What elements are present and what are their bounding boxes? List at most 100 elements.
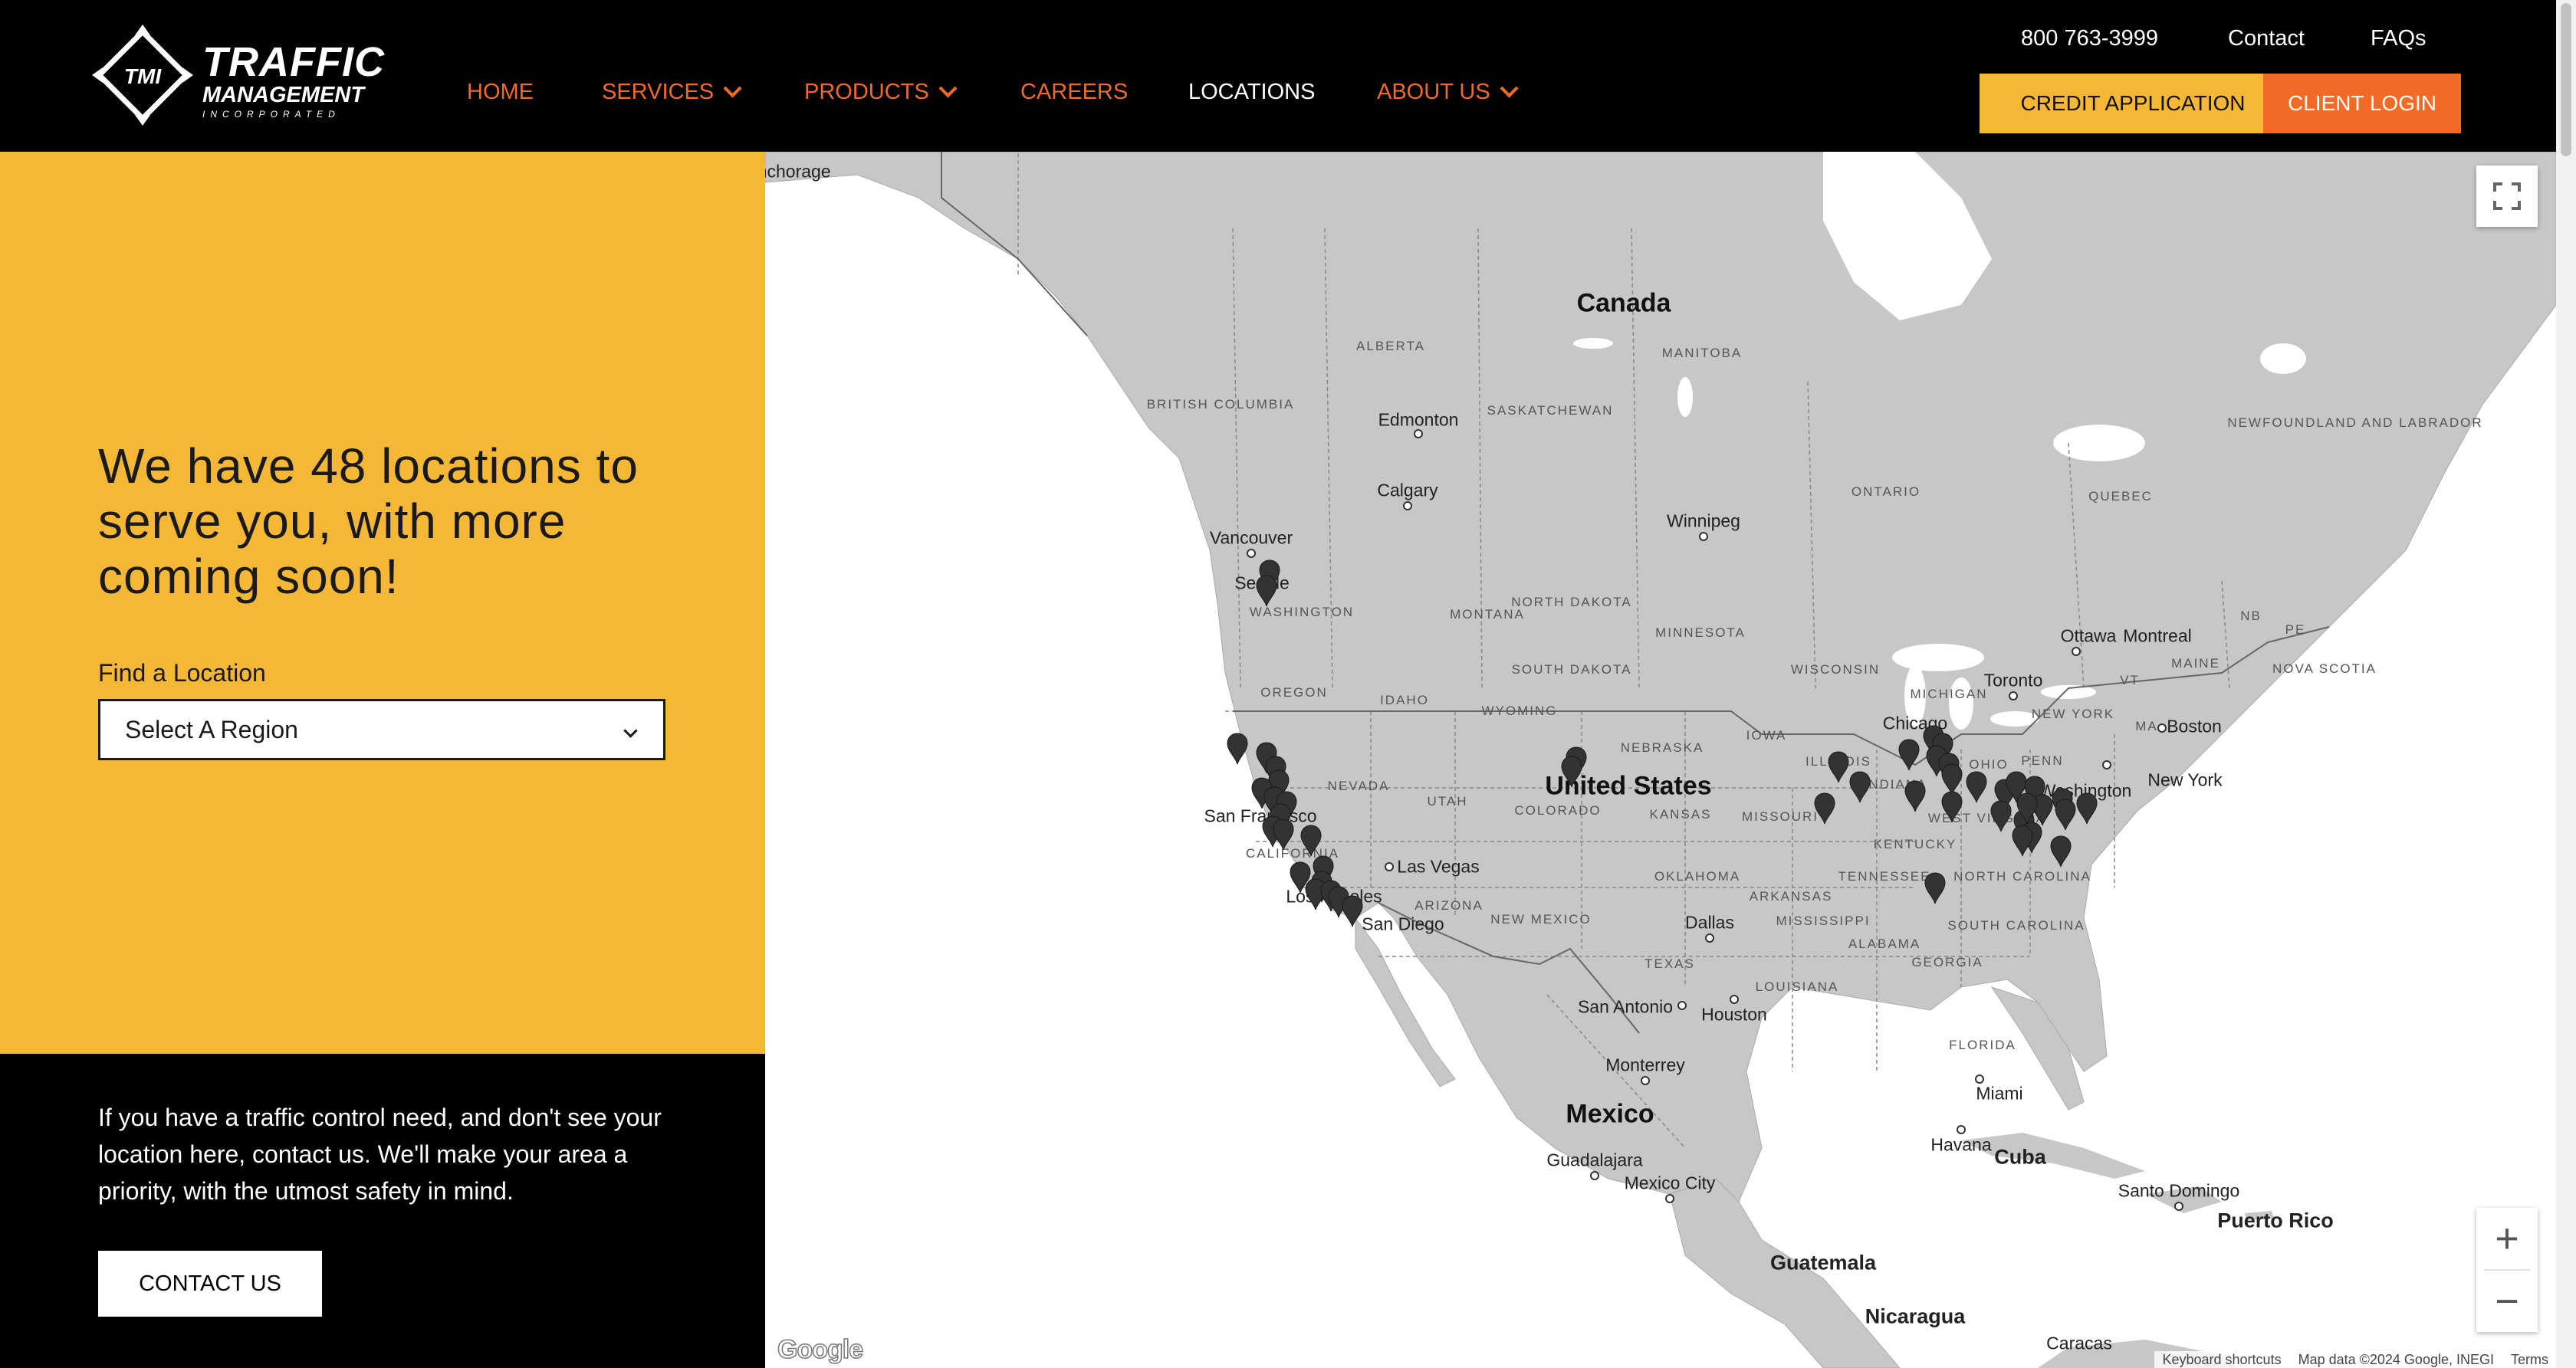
map-city-label: Dallas (1685, 912, 1734, 933)
faqs-link[interactable]: FAQs (2371, 26, 2426, 51)
location-pin-icon[interactable] (1904, 780, 1927, 812)
client-login-button[interactable]: CLIENT LOGIN (2263, 74, 2461, 133)
page-scrollbar[interactable] (2556, 0, 2576, 1368)
fullscreen-button[interactable] (2476, 166, 2538, 227)
map-region-label: FLORIDA (1949, 1038, 2016, 1052)
credit-application-button[interactable]: CREDIT APPLICATION (1980, 74, 2286, 133)
nav-careers[interactable]: CAREERS (1020, 80, 1128, 105)
location-pin-icon[interactable] (2011, 825, 2034, 857)
city-marker-dot (1590, 1171, 1599, 1180)
map-country-label: Guatemala (1769, 1251, 1877, 1275)
map-region-label: NORTH CAROLINA (1953, 869, 2091, 884)
map-city-label: New York (2147, 769, 2223, 790)
location-pin-icon[interactable] (1226, 733, 1249, 765)
map-region-label: OKLAHOMA (1654, 869, 1741, 884)
location-pin-icon[interactable] (1965, 771, 1988, 803)
location-pin-icon[interactable] (1924, 872, 1947, 904)
location-pin-icon[interactable] (1848, 771, 1871, 803)
location-pin-icon[interactable] (2075, 792, 2098, 825)
city-marker-dot (1414, 429, 1423, 438)
city-marker-dot (1641, 1076, 1650, 1085)
location-pin-icon[interactable] (1341, 895, 1364, 927)
map-city-label: Winnipeg (1667, 510, 1740, 531)
contact-us-button[interactable]: CONTACT US (98, 1251, 322, 1317)
map-city-label: Montreal (2123, 625, 2192, 646)
contact-link[interactable]: Contact (2228, 26, 2305, 51)
zoom-in-button[interactable]: + (2495, 1208, 2519, 1269)
location-pin-icon[interactable] (1940, 791, 1963, 823)
map-region-label: BRITISH COLUMBIA (1146, 397, 1295, 412)
zoom-control: + − (2476, 1208, 2538, 1332)
map-city-label: Vancouver (1209, 527, 1293, 548)
city-marker-dot (1975, 1074, 1984, 1084)
map-city-label: Calgary (1377, 480, 1438, 500)
map-city-label: Las Vegas (1397, 856, 1480, 877)
map-region-label: MONTANA (1450, 607, 1525, 622)
map-country-label: Puerto Rico (2217, 1209, 2334, 1232)
map-region-label: ARIZONA (1414, 898, 1484, 913)
nav-locations[interactable]: LOCATIONS (1188, 80, 1315, 105)
map-region-label: MAINE (2171, 656, 2220, 671)
location-pin-icon[interactable] (1827, 751, 1850, 783)
map-region-label: IDAHO (1380, 693, 1429, 707)
city-marker-dot (1665, 1194, 1674, 1203)
region-select[interactable]: Select A Region (98, 699, 665, 760)
location-pin-icon[interactable] (1272, 819, 1295, 851)
city-marker-dot (1699, 532, 1708, 541)
page-title: We have 48 locations to serve you, with … (98, 438, 639, 604)
map-attribution: Keyboard shortcuts Map data ©2024 Google… (2154, 1351, 2556, 1368)
location-pin-icon[interactable] (2016, 792, 2039, 825)
map-city-label: Toronto (1983, 670, 2043, 691)
map-city-label: Santo Domingo (2118, 1180, 2240, 1201)
nav-products[interactable]: PRODUCTS (804, 79, 958, 105)
find-location-label: Find a Location (98, 659, 266, 687)
city-marker-dot (1385, 862, 1394, 871)
location-pin-icon[interactable] (1898, 739, 1921, 771)
location-pin-icon[interactable] (1990, 800, 2013, 832)
terms-link[interactable]: Terms (2511, 1352, 2548, 1368)
locations-map[interactable]: Canada United States Mexico Cuba Guatema… (765, 152, 2556, 1368)
map-city-label: Havana (1930, 1134, 1992, 1155)
map-region-label: NB (2240, 609, 2262, 623)
chevron-down-icon (1500, 79, 1519, 98)
contact-message: If you have a traffic control need, and … (98, 1104, 662, 1205)
scrollbar-thumb[interactable] (2561, 3, 2571, 156)
map-city-label: Guadalajara (1546, 1150, 1643, 1170)
region-select-value: Select A Region (125, 715, 298, 743)
map-region-label: IOWA (1746, 728, 1787, 743)
map-region-label: MISSISSIPPI (1776, 914, 1871, 928)
map-city-label: Ottawa (2060, 625, 2117, 646)
nav-about-us[interactable]: ABOUT US (1377, 79, 1519, 105)
phone-link[interactable]: 800 763-3999 (2021, 26, 2158, 51)
map-city-label: Edmonton (1378, 409, 1459, 430)
city-marker-dot (2072, 647, 2081, 656)
google-logo: Google (777, 1334, 864, 1365)
location-pin-icon[interactable] (1255, 575, 1278, 607)
location-pin-icon[interactable] (2049, 835, 2072, 868)
location-pin-icon[interactable] (2054, 799, 2077, 831)
location-pin-icon[interactable] (1813, 792, 1836, 825)
map-region-label: TEXAS (1644, 956, 1695, 971)
zoom-out-button[interactable]: − (2495, 1271, 2519, 1332)
map-region-label: WASHINGTON (1249, 605, 1355, 619)
city-marker-dot (1730, 995, 1739, 1004)
map-city-label: Mexico City (1624, 1173, 1716, 1193)
location-pin-icon[interactable] (1560, 756, 1583, 788)
nav-home[interactable]: HOME (467, 80, 534, 105)
map-region-label: PENN (2021, 753, 2064, 768)
map-region-label: KENTUCKY (1873, 837, 1957, 851)
nav-careers-label: CAREERS (1020, 80, 1129, 104)
map-city-label: Monterrey (1605, 1055, 1685, 1075)
nav-services[interactable]: SERVICES (602, 79, 742, 105)
nav-products-label: PRODUCTS (804, 80, 929, 104)
map-country-label: Nicaragua (1865, 1304, 1966, 1328)
map-region-label: ARKANSAS (1749, 889, 1833, 904)
location-pin-icon[interactable] (1300, 825, 1322, 857)
keyboard-shortcuts-link[interactable]: Keyboard shortcuts (2162, 1352, 2281, 1368)
nav-locations-label: LOCATIONS (1188, 80, 1316, 104)
nav-about-label: ABOUT US (1377, 80, 1490, 104)
map-region-label: MANITOBA (1661, 346, 1743, 360)
map-city-label: Anchorage (765, 161, 831, 182)
map-region-label: NEBRASKA (1620, 740, 1704, 755)
map-region-label: ALBERTA (1356, 339, 1425, 353)
